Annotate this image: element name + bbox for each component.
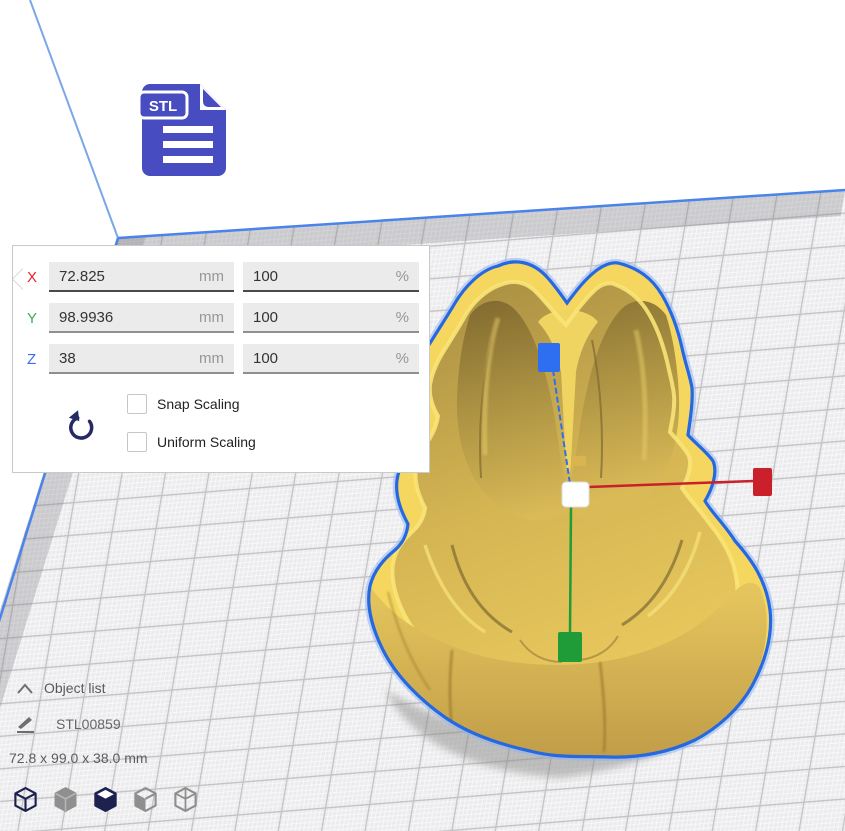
x-unit-label: mm <box>199 268 224 285</box>
view-outline-box-icon[interactable] <box>172 786 199 813</box>
uniform-scaling-label: Uniform Scaling <box>157 434 256 450</box>
stl-badge-label: STL <box>149 98 177 115</box>
view-left-face-icon[interactable] <box>132 786 159 813</box>
x-percent-unit: % <box>396 268 409 285</box>
y-percent-unit: % <box>396 309 409 326</box>
object-dimensions: 72.8 x 99.0 x 38.0 mm <box>9 750 148 766</box>
axis-x-label: X <box>27 269 43 286</box>
scale-tool-panel: X mm % Y mm % Z mm <box>12 245 430 473</box>
scale-handle-center[interactable] <box>562 482 589 507</box>
view-open-box-icon[interactable] <box>92 786 119 813</box>
uniform-scaling-row: Uniform Scaling <box>127 432 256 452</box>
object-list-header[interactable]: Object list <box>44 680 105 696</box>
z-value-input[interactable] <box>59 350 199 367</box>
scale-row-y: Y mm % <box>27 303 415 333</box>
scale-handle-y[interactable] <box>558 632 582 662</box>
z-percent-unit: % <box>396 350 409 367</box>
x-value-input[interactable] <box>59 268 199 285</box>
y-percent-field[interactable]: % <box>243 303 419 333</box>
y-mm-field[interactable]: mm <box>49 303 234 333</box>
view-solid-icon[interactable] <box>52 786 79 813</box>
y-unit-label: mm <box>199 309 224 326</box>
z-mm-field[interactable]: mm <box>49 344 234 374</box>
scale-axis-y-line <box>570 505 571 634</box>
scale-handle-x[interactable] <box>753 468 772 496</box>
y-percent-input[interactable] <box>253 309 396 326</box>
x-mm-field[interactable]: mm <box>49 262 234 292</box>
reset-scale-button[interactable] <box>65 408 99 446</box>
scale-row-x: X mm % <box>27 262 415 292</box>
snap-scaling-label: Snap Scaling <box>157 396 240 412</box>
snap-scaling-row: Snap Scaling <box>127 394 240 414</box>
application-window: STL X mm % Y mm % <box>0 0 845 831</box>
z-unit-label: mm <box>199 350 224 367</box>
axis-z-label: Z <box>27 351 43 368</box>
build-volume-edge <box>30 0 118 238</box>
uniform-scaling-checkbox[interactable] <box>127 432 147 452</box>
scale-row-z: Z mm % <box>27 344 415 374</box>
x-percent-field[interactable]: % <box>243 262 419 292</box>
chevron-up-icon[interactable] <box>16 682 34 696</box>
reset-rotate-ccw-icon <box>65 408 99 446</box>
view-toolbar <box>12 786 199 813</box>
pencil-icon[interactable] <box>15 714 37 734</box>
stl-file-icon[interactable]: STL <box>137 76 237 182</box>
scale-handle-z[interactable] <box>538 343 560 372</box>
axis-y-label: Y <box>27 310 43 327</box>
z-percent-input[interactable] <box>253 350 396 367</box>
x-percent-input[interactable] <box>253 268 396 285</box>
view-3d-icon[interactable] <box>12 786 39 813</box>
object-name[interactable]: STL00859 <box>56 716 121 732</box>
z-percent-field[interactable]: % <box>243 344 419 374</box>
snap-scaling-checkbox[interactable] <box>127 394 147 414</box>
y-value-input[interactable] <box>59 309 199 326</box>
